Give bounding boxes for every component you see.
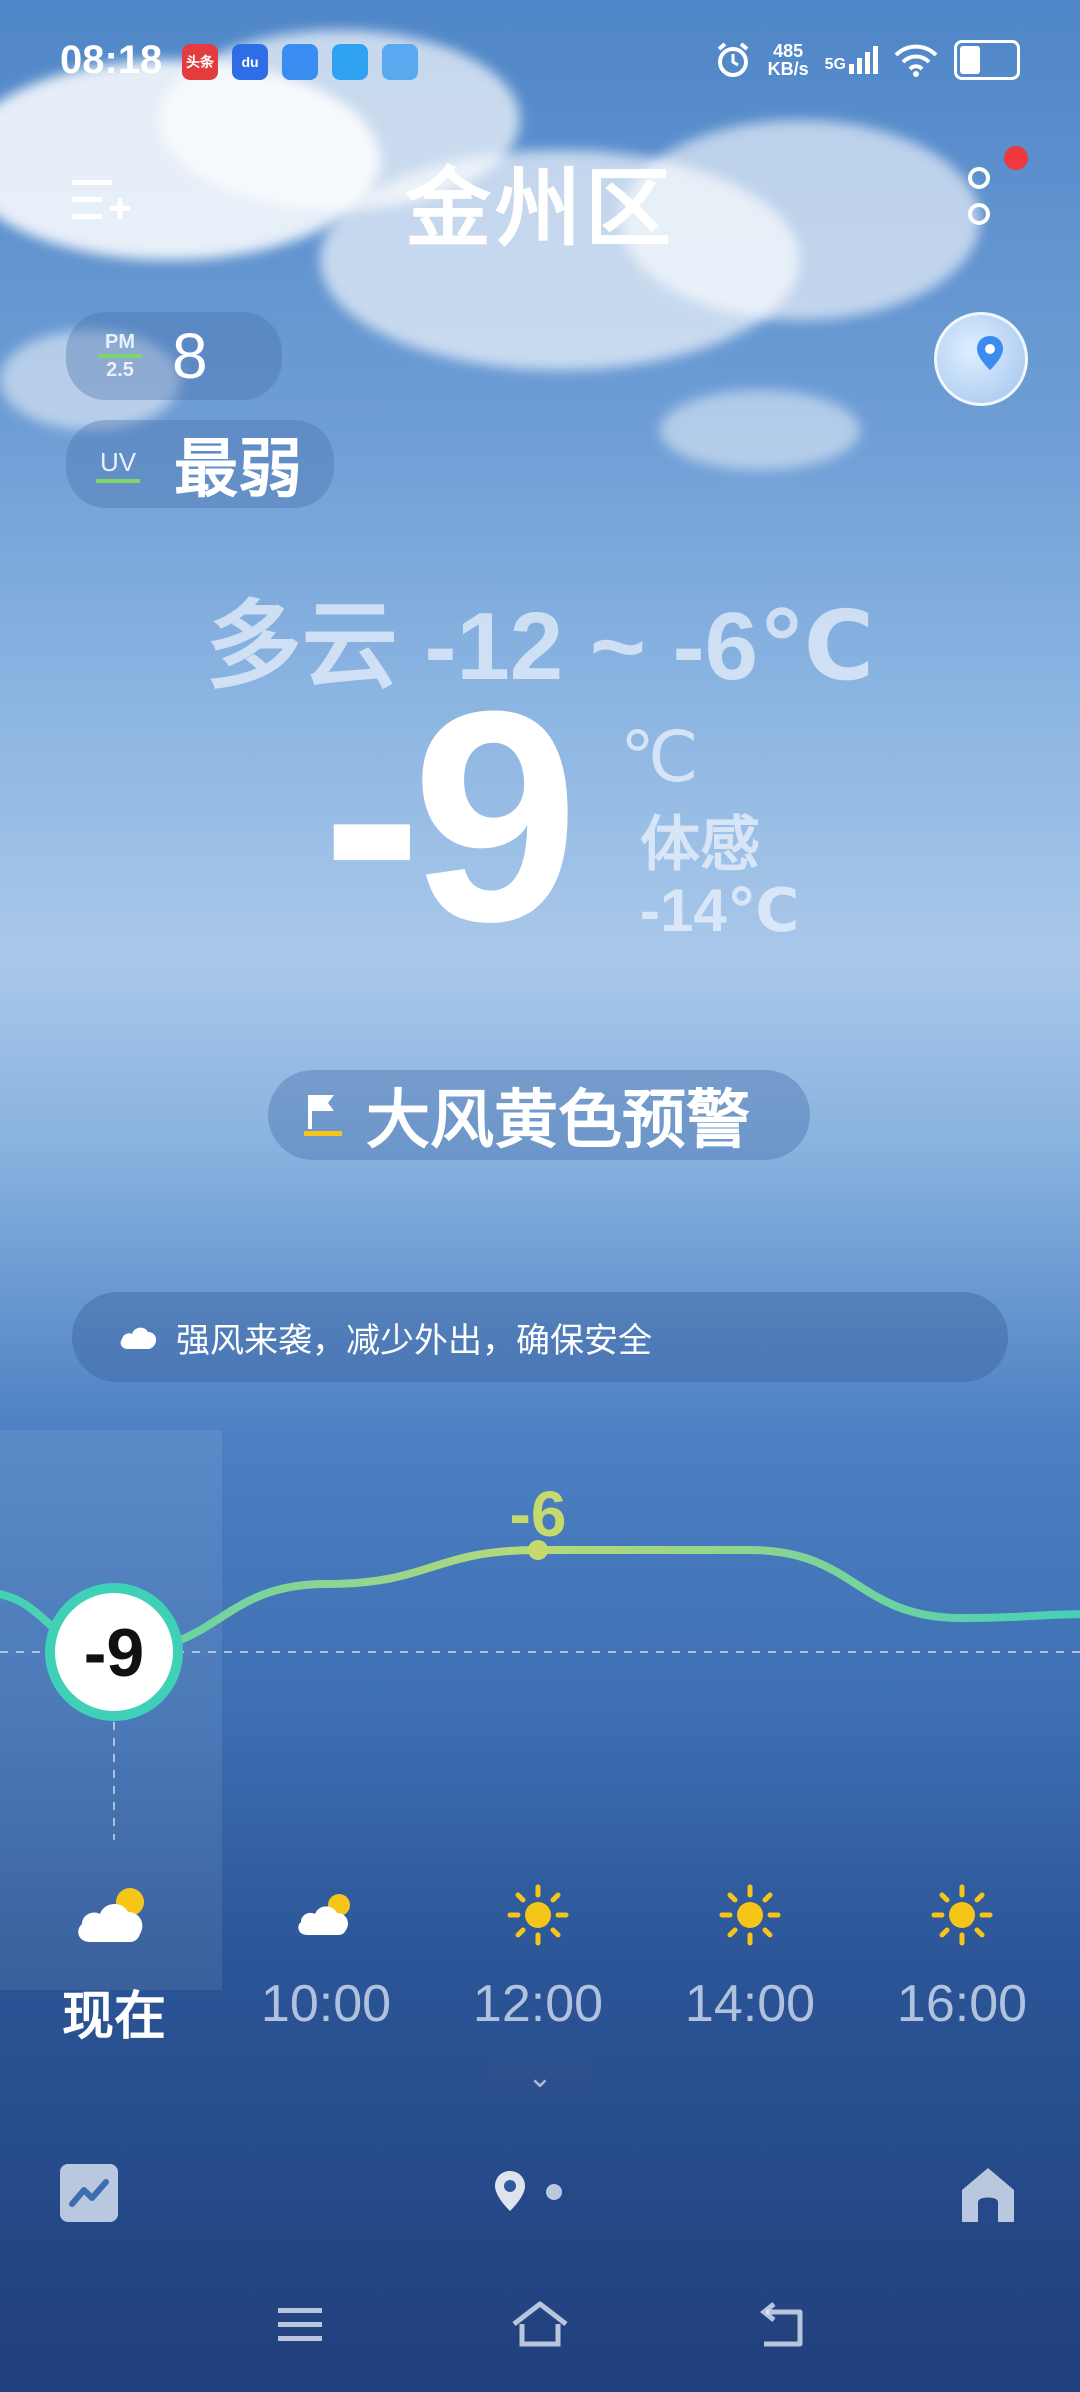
more-icon[interactable] bbox=[964, 164, 994, 230]
status-right: 485 KB/s 5G bbox=[714, 40, 1020, 80]
chart-data-label: -6 bbox=[510, 1478, 567, 1550]
temperature-unit: ℃ bbox=[620, 718, 699, 796]
pm25-value: 8 bbox=[172, 320, 208, 392]
notification-dot bbox=[1004, 146, 1028, 170]
hour-now[interactable]: 现在 bbox=[24, 1880, 204, 2049]
expand-button[interactable]: ⌄ bbox=[480, 2060, 600, 2096]
partly-cloudy-icon bbox=[24, 1880, 204, 1950]
pm25-indicator[interactable]: PM 2.5 8 bbox=[66, 312, 282, 400]
hour-item[interactable]: 14:00 bbox=[660, 1880, 840, 2034]
app-icon bbox=[332, 44, 368, 80]
hourly-temperature-chart: -9 -6 bbox=[0, 1478, 1080, 1840]
weather-icon bbox=[382, 44, 418, 80]
pm25-icon: PM 2.5 bbox=[98, 332, 142, 380]
chart-data-label: -9 bbox=[84, 1615, 144, 1691]
weather-alert-button[interactable]: 大风黄色预警 bbox=[268, 1070, 810, 1160]
recent-apps-icon[interactable] bbox=[270, 2300, 330, 2350]
hour-item[interactable]: 16:00 bbox=[872, 1880, 1052, 2034]
partly-cloudy-icon bbox=[236, 1880, 416, 1950]
alarm-icon bbox=[717, 42, 748, 77]
hour-label: 14:00 bbox=[684, 1975, 816, 2033]
page-indicator-dot[interactable] bbox=[546, 2184, 562, 2200]
hour-label: 现在 bbox=[61, 1988, 166, 2046]
alert-text: 大风黄色预警 bbox=[366, 1084, 750, 1156]
current-temperature: -9 bbox=[322, 648, 579, 984]
feels-like-value: -14℃ bbox=[640, 877, 800, 944]
home-nav-icon[interactable] bbox=[510, 2300, 570, 2350]
cloud-icon bbox=[120, 1327, 157, 1349]
trend-icon bbox=[69, 2179, 109, 2207]
page-title: 金州区 bbox=[405, 161, 675, 257]
hour-label: 12:00 bbox=[472, 1975, 604, 2033]
weather-tip[interactable]: 强风来袭，减少外出，确保安全 bbox=[72, 1292, 1008, 1382]
trend-chart-button[interactable] bbox=[60, 2164, 118, 2222]
back-icon[interactable] bbox=[752, 2300, 812, 2350]
browser-icon bbox=[282, 44, 318, 80]
hour-item[interactable]: 12:00 bbox=[448, 1880, 628, 2034]
uv-icon: UV bbox=[96, 445, 140, 483]
tip-text: 强风来袭，减少外出，确保安全 bbox=[176, 1321, 652, 1360]
cloud-decoration bbox=[660, 390, 860, 470]
hour-item[interactable]: 10:00 bbox=[236, 1880, 416, 2034]
battery-icon bbox=[954, 40, 1020, 80]
flag-icon bbox=[304, 1095, 342, 1136]
toutiao-icon: 头条 bbox=[182, 44, 218, 80]
map-button[interactable] bbox=[934, 312, 1028, 406]
baidu-icon: du bbox=[232, 44, 268, 80]
feels-like-label: 体感 bbox=[640, 811, 760, 878]
sun-icon bbox=[872, 1880, 1052, 1950]
uv-indicator[interactable]: UV 最弱 bbox=[66, 420, 334, 508]
uv-value: 最弱 bbox=[174, 433, 302, 505]
hour-label: 16:00 bbox=[896, 1975, 1028, 2033]
status-time: 08:18 bbox=[60, 38, 163, 82]
wifi-icon bbox=[894, 44, 938, 77]
location-pin-icon bbox=[977, 336, 1003, 370]
status-app-icons: 头条 du bbox=[182, 44, 418, 80]
hour-label: 10:00 bbox=[260, 1975, 392, 2033]
signal-icon: 5G bbox=[825, 46, 878, 74]
sun-icon bbox=[660, 1880, 840, 1950]
home-icon[interactable] bbox=[958, 2164, 1018, 2224]
net-speed: 485 KB/s bbox=[767, 41, 809, 79]
sun-icon bbox=[448, 1880, 628, 1950]
location-pin-icon[interactable] bbox=[494, 2170, 526, 2212]
